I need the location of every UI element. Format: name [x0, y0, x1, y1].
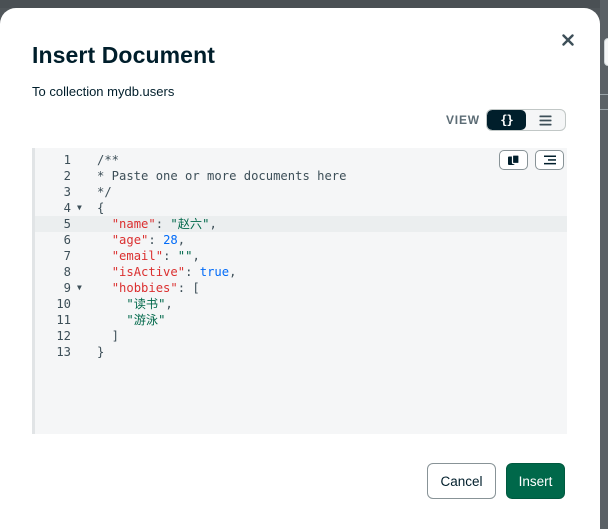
line-code: "hobbies": [ — [97, 280, 200, 296]
backdrop-background-page — [600, 0, 608, 529]
code-line[interactable]: 11 "游泳" — [35, 312, 567, 328]
line-code: "游泳" — [97, 312, 165, 328]
code-token: } — [97, 345, 105, 359]
editor-toolbar — [499, 150, 564, 170]
line-code: { — [97, 200, 104, 216]
close-button[interactable] — [556, 28, 580, 52]
line-code: ] — [97, 328, 119, 344]
line-number: 1 — [63, 153, 71, 167]
code-line[interactable]: 3 */ — [35, 184, 567, 200]
copy-icon — [508, 154, 520, 165]
list-icon — [539, 115, 552, 125]
code-line[interactable]: 1 /** — [35, 152, 567, 168]
insert-document-modal: Insert Document To collection mydb.users… — [0, 8, 600, 529]
code-token: : [ — [177, 281, 200, 295]
code-line[interactable]: 8 "isActive": true, — [35, 264, 567, 280]
json-view-toggle[interactable]: {} — [487, 110, 526, 130]
line-number: 3 — [63, 185, 71, 199]
code-token: true — [199, 265, 230, 279]
line-code: "age": 28, — [97, 232, 185, 248]
fold-arrow-icon[interactable]: ▼ — [77, 200, 82, 216]
line-code: "email": "", — [97, 248, 200, 264]
code-token: : — [148, 233, 164, 247]
line-code: "isActive": true, — [97, 264, 237, 280]
code-line[interactable]: 9 ▼ "hobbies": [ — [35, 280, 567, 296]
line-number: 10 — [56, 297, 71, 311]
code-line[interactable]: 2 * Paste one or more documents here — [35, 168, 567, 184]
code-token: { — [97, 201, 105, 215]
code-token: : — [155, 217, 171, 231]
line-number: 12 — [56, 329, 71, 343]
line-number: 5 — [63, 217, 71, 231]
code-line[interactable]: 7 "email": "", — [35, 248, 567, 264]
code-token: , — [177, 233, 186, 247]
line-number: 2 — [63, 169, 71, 183]
code-token: "hobbies" — [111, 281, 178, 295]
code-token: "age" — [111, 233, 149, 247]
code-token: , — [192, 249, 200, 263]
editor-lines[interactable]: 1/** 2 * Paste one or more documents here 3… — [35, 152, 567, 360]
cancel-button[interactable]: Cancel — [427, 463, 496, 499]
line-number: 11 — [56, 313, 71, 327]
code-line[interactable]: 13} — [35, 344, 567, 360]
code-token: , — [209, 217, 217, 231]
line-number: 9 — [63, 281, 71, 295]
line-number: 8 — [63, 265, 71, 279]
line-code: } — [97, 344, 104, 360]
view-toggle[interactable]: {} — [486, 109, 566, 131]
code-token: "赵六" — [170, 217, 210, 231]
code-line[interactable]: 12 ] — [35, 328, 567, 344]
code-token: "name" — [111, 217, 156, 231]
code-token: 28 — [163, 233, 178, 247]
code-token: "isActive" — [111, 265, 186, 279]
background-divider — [600, 94, 608, 110]
line-number: 4 — [63, 201, 71, 215]
code-token: */ — [97, 185, 112, 199]
code-line[interactable]: 5 "name": "赵六", — [35, 216, 567, 232]
line-code: "name": "赵六", — [97, 216, 217, 232]
code-token: "email" — [111, 249, 164, 263]
line-code: "读书", — [97, 296, 173, 312]
modal-subtitle: To collection mydb.users — [32, 84, 175, 99]
code-token: "" — [177, 249, 193, 263]
backdrop-overlay — [0, 0, 608, 8]
code-token: "读书" — [126, 297, 166, 311]
code-token: /** — [97, 153, 120, 167]
code-token: "游泳" — [126, 313, 166, 327]
line-number: 13 — [56, 345, 71, 359]
view-label: VIEW — [446, 113, 480, 127]
format-button[interactable] — [535, 150, 564, 170]
code-token: * Paste one or more documents here — [97, 169, 347, 183]
curly-braces-icon: {} — [500, 113, 513, 127]
list-view-toggle[interactable] — [526, 110, 565, 130]
background-button — [604, 38, 608, 66]
document-editor[interactable]: 1/** 2 * Paste one or more documents here 3… — [32, 148, 567, 434]
line-code: */ — [97, 184, 112, 200]
line-code: /** — [97, 152, 119, 168]
line-code: * Paste one or more documents here — [97, 168, 346, 184]
insert-button[interactable]: Insert — [506, 463, 565, 499]
format-icon — [543, 155, 556, 165]
code-token: , — [165, 297, 173, 311]
code-token: : — [163, 249, 178, 263]
copy-button[interactable] — [499, 150, 528, 170]
fold-arrow-icon[interactable]: ▼ — [77, 280, 82, 296]
close-icon — [562, 34, 574, 46]
code-line[interactable]: 10 "读书", — [35, 296, 567, 312]
code-token: ] — [97, 329, 120, 343]
code-token: : — [185, 265, 200, 279]
code-token: , — [229, 265, 237, 279]
code-line[interactable]: 4 ▼ { — [35, 200, 567, 216]
line-number: 7 — [63, 249, 71, 263]
line-number: 6 — [63, 233, 71, 247]
modal-title: Insert Document — [32, 42, 215, 68]
code-line[interactable]: 6 "age": 28, — [35, 232, 567, 248]
